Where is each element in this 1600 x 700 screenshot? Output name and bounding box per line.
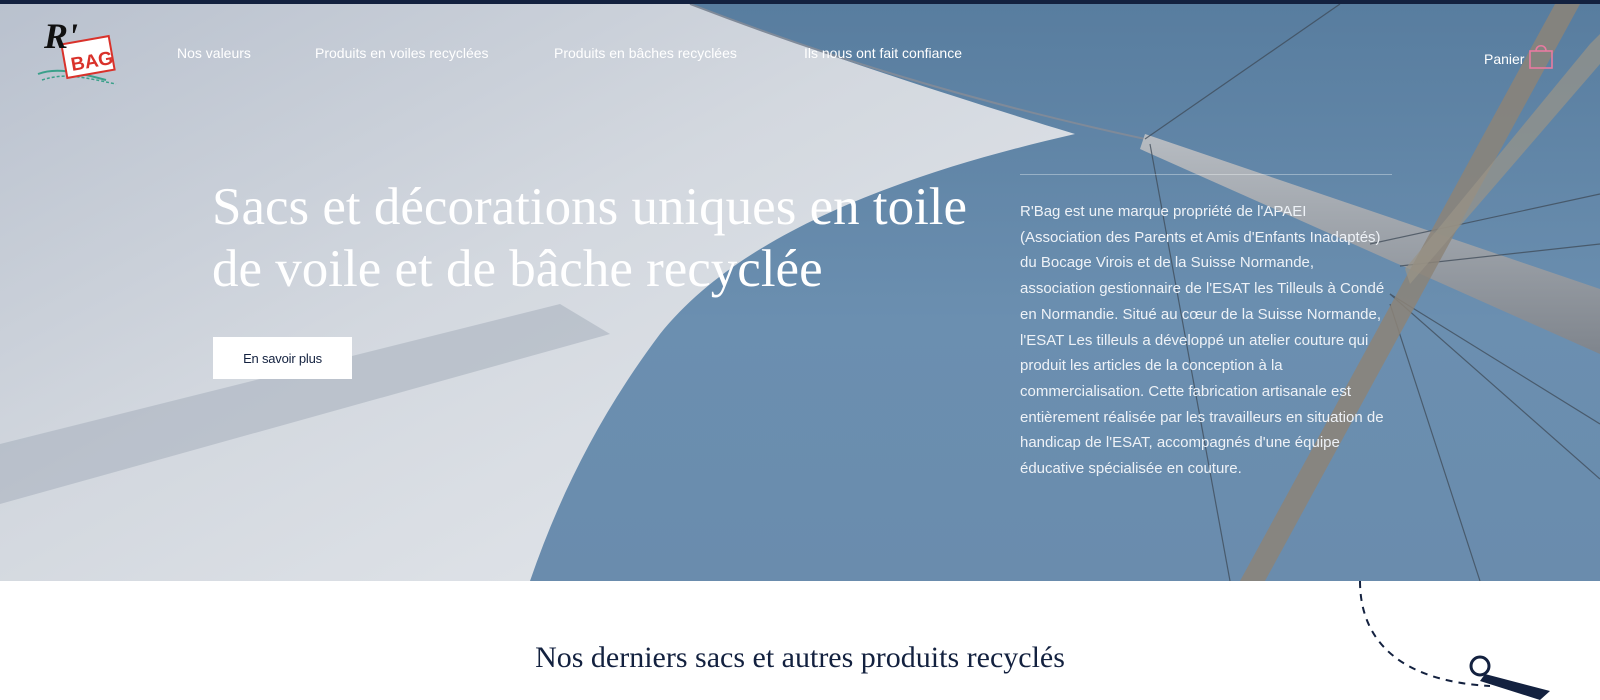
about-text: R'Bag est une marque propriété de l'APAE…	[1020, 203, 1385, 478]
nav-item-references[interactable]: Ils nous ont fait confiance	[804, 45, 962, 61]
en-savoir-plus-button[interactable]: En savoir plus	[213, 337, 352, 379]
hero-banner: BAG R' Nos valeurs Produits en voiles re…	[0, 4, 1600, 581]
cart-label: Panier	[1484, 51, 1525, 67]
scissors-icon	[1469, 655, 1491, 677]
rbag-logo[interactable]: BAG R'	[36, 12, 126, 92]
cart-button[interactable]: Panier	[1484, 42, 1554, 70]
hero-headline: Sacs et décorations uniques en toile de …	[212, 178, 968, 298]
shopping-bag-icon	[1529, 44, 1554, 69]
about-divider	[1020, 174, 1392, 175]
nav-item-nos-valeurs[interactable]: Nos valeurs	[177, 45, 251, 61]
scissors-cut-line-decoration	[1359, 581, 1550, 700]
logo-letter: R'	[43, 16, 78, 56]
logo-mark: BAG R'	[37, 16, 117, 85]
nav-item-produits-voiles[interactable]: Produits en voiles recyclées	[315, 45, 489, 61]
nav-item-produits-baches[interactable]: Produits en bâches recyclées	[554, 45, 737, 61]
top-accent-bar	[0, 0, 1600, 4]
